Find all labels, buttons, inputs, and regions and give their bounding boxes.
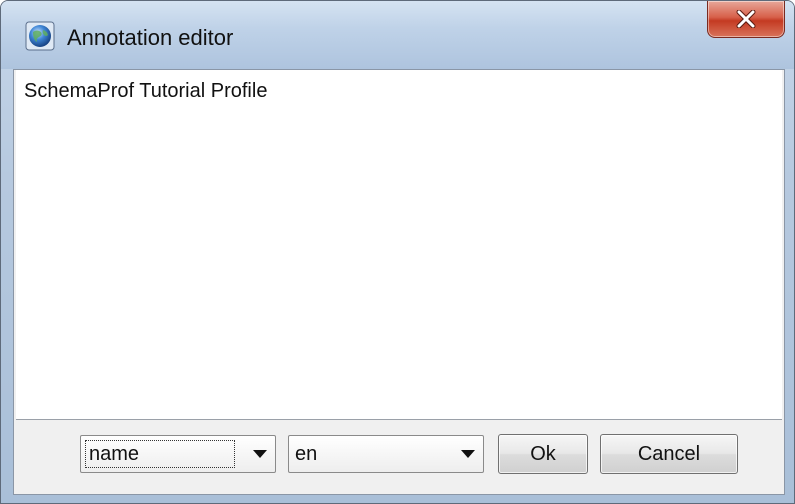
window-title: Annotation editor xyxy=(67,25,234,50)
annotation-type-dropdown[interactable]: name xyxy=(80,435,276,473)
title-bar: Annotation editor xyxy=(1,1,794,69)
dialog-client-area: SchemaProf Tutorial Profile name en Ok C… xyxy=(13,69,785,495)
button-row: name en Ok Cancel xyxy=(14,421,784,493)
cancel-button[interactable]: Cancel xyxy=(600,434,738,474)
annotation-type-value: name xyxy=(89,443,140,465)
annotation-editor-window: Annotation editor SchemaProf Tutorial Pr… xyxy=(0,0,795,504)
chevron-down-icon xyxy=(247,436,273,472)
language-value: en xyxy=(295,443,318,465)
chevron-down-icon xyxy=(455,436,481,472)
ok-button[interactable]: Ok xyxy=(498,434,588,474)
annotation-text: SchemaProf Tutorial Profile xyxy=(24,80,268,102)
globe-icon xyxy=(25,21,55,51)
language-dropdown[interactable]: en xyxy=(288,435,484,473)
close-icon xyxy=(735,10,757,28)
annotation-text-area[interactable]: SchemaProf Tutorial Profile xyxy=(16,70,782,420)
close-button[interactable] xyxy=(707,1,785,38)
